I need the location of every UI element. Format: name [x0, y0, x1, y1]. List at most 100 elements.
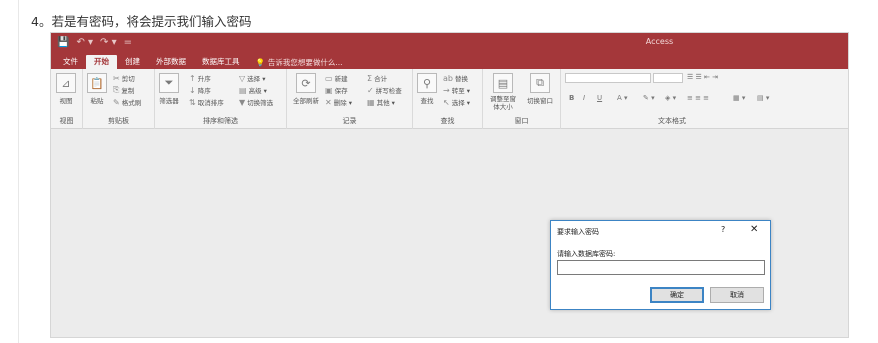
save-record-button[interactable]: ▣ 保存: [325, 85, 348, 96]
select-button[interactable]: ↖ 选择 ▾: [443, 97, 470, 108]
sort-desc-icon: ↓: [189, 85, 196, 95]
arrow-right-icon: →: [443, 85, 450, 95]
view-button[interactable]: ⊿ 视图: [56, 73, 76, 105]
sort-descending-button[interactable]: ↓ 降序: [189, 85, 211, 96]
sort-asc-icon: ↑: [189, 73, 196, 83]
paste-label: 粘贴: [90, 97, 104, 105]
align-icons[interactable]: ≡ ≡ ≡: [687, 94, 709, 102]
spelling-icon: ✓: [367, 85, 374, 95]
dialog-title: 要求输入密码: [557, 228, 599, 236]
paste-button[interactable]: 📋 粘贴: [87, 73, 107, 105]
refresh-all-button[interactable]: ⟳ 全部刷新: [289, 73, 323, 105]
bold-button[interactable]: B: [569, 94, 574, 102]
replace-icon: ab: [443, 73, 453, 83]
more-button[interactable]: ▦ 其他 ▾: [367, 97, 395, 108]
step-caption: 4。若是有密码，将会提示我们输入密码: [31, 14, 252, 29]
switch-windows-label: 切换窗口: [527, 97, 553, 105]
size-to-fit-label: 调整至窗体大小: [490, 95, 516, 111]
highlight-icon[interactable]: ✎ ▾: [643, 94, 655, 102]
advanced-icon: ▤: [239, 85, 247, 95]
filter-button[interactable]: ⏷ 筛选器: [159, 73, 179, 105]
ribbon-tabs: 文件 开始 创建 外部数据 数据库工具 💡 告诉我您想要做什么...: [51, 53, 848, 69]
tab-database-tools[interactable]: 数据库工具: [194, 55, 248, 69]
remove-sort-button[interactable]: ⇅ 取消排序: [189, 97, 224, 108]
font-name-combo[interactable]: [565, 73, 651, 83]
close-icon[interactable]: ✕: [750, 224, 758, 235]
title-bar: 💾 ↶ ▾ ↷ ▾ = Access: [51, 33, 848, 53]
save-record-icon: ▣: [325, 85, 333, 95]
alternate-row-icon[interactable]: ▤ ▾: [757, 94, 769, 102]
group-records: ⟳ 全部刷新 ▭ 新建 ▣ 保存 ✕ 删除 ▾ Σ 合计 ✓ 拼写检查 ▦ 其他 ▾ 记录: [287, 69, 413, 129]
refresh-icon: ⟳: [296, 73, 316, 93]
password-prompt: 请输入数据库密码:: [557, 250, 616, 258]
selection-icon: ▽: [239, 73, 246, 83]
underline-button[interactable]: U: [597, 94, 602, 102]
tab-home[interactable]: 开始: [86, 55, 117, 69]
group-text-format: ☰ ☰ ⇤ ⇥ B I U A ▾ ✎ ▾ ◈ ▾ ≡ ≡ ≡ ▦ ▾ ▤ ▾ …: [561, 69, 783, 129]
sort-ascending-button[interactable]: ↑ 升序: [189, 73, 211, 84]
tell-me-text: 告诉我您想要做什么...: [267, 57, 343, 67]
italic-button[interactable]: I: [583, 94, 585, 102]
find-label: 查找: [420, 97, 434, 105]
cancel-button[interactable]: 取消: [710, 287, 764, 303]
tab-file[interactable]: 文件: [55, 55, 86, 69]
spelling-button[interactable]: ✓ 拼写检查: [367, 85, 402, 96]
toggle-filter-icon: ▼: [239, 97, 246, 107]
fill-color-icon[interactable]: ◈ ▾: [665, 94, 676, 102]
group-window-label: 窗口: [514, 117, 529, 125]
find-button[interactable]: ⚲ 查找: [417, 73, 437, 105]
goto-button[interactable]: → 转至 ▾: [443, 85, 470, 96]
group-views: ⊿ 视图 视图: [51, 69, 83, 129]
group-sort-filter: ⏷ 筛选器 ↑ 升序 ↓ 降序 ⇅ 取消排序 ▽ 选择 ▾ ▤ 高级 ▾ ▼ 切换筛选 排序…: [155, 69, 287, 129]
format-painter-button[interactable]: ✎ 格式刷: [113, 97, 141, 108]
switch-windows-icon: ⧉: [530, 73, 550, 93]
delete-icon: ✕: [325, 97, 332, 107]
remove-sort-icon: ⇅: [189, 97, 196, 107]
tab-create[interactable]: 创建: [117, 55, 148, 69]
password-dialog: 要求输入密码 ? ✕ 请输入数据库密码: 确定 取消: [550, 220, 771, 310]
advanced-button[interactable]: ▤ 高级 ▾: [239, 85, 267, 96]
group-clipboard-label: 剪贴板: [108, 117, 129, 125]
ribbon: ⊿ 视图 视图 📋 粘贴 ✂ 剪切 ⎘ 复制 ✎ 格式刷 剪贴板 ⏷ 筛选器 ↑ 升序 …: [51, 69, 848, 129]
group-sort-filter-label: 排序和筛选: [203, 117, 238, 125]
cursor-icon: ↖: [443, 97, 450, 107]
list-buttons-icon[interactable]: ☰ ☰ ⇤ ⇥: [687, 73, 718, 81]
password-input[interactable]: [557, 260, 765, 275]
switch-windows-button[interactable]: ⧉ 切换窗口: [523, 73, 557, 105]
copy-icon: ⎘: [113, 85, 120, 94]
brush-icon: ✎: [113, 97, 120, 107]
view-icon: ⊿: [56, 73, 76, 93]
size-to-fit-button[interactable]: ▤ 调整至窗体大小: [487, 73, 519, 111]
new-record-icon: ▭: [325, 73, 333, 83]
gridlines-icon[interactable]: ▦ ▾: [733, 94, 745, 102]
totals-button[interactable]: Σ 合计: [367, 73, 387, 84]
window-title: Access: [645, 37, 674, 46]
group-clipboard: 📋 粘贴 ✂ 剪切 ⎘ 复制 ✎ 格式刷 剪贴板: [83, 69, 155, 129]
copy-button[interactable]: ⎘ 复制: [113, 85, 134, 95]
scissors-icon: ✂: [113, 73, 120, 83]
sigma-icon: Σ: [367, 73, 373, 83]
group-views-label: 视图: [59, 117, 74, 125]
view-label: 视图: [59, 97, 73, 105]
help-button[interactable]: ?: [721, 225, 725, 234]
group-find: ⚲ 查找 ab 替换 → 转至 ▾ ↖ 选择 ▾ 查找: [413, 69, 483, 129]
selection-button[interactable]: ▽ 选择 ▾: [239, 73, 266, 84]
font-size-combo[interactable]: [653, 73, 683, 83]
funnel-icon: ⏷: [159, 73, 179, 93]
group-find-label: 查找: [440, 117, 455, 125]
ok-button[interactable]: 确定: [650, 287, 704, 303]
size-to-fit-icon: ▤: [493, 73, 513, 93]
toggle-filter-button[interactable]: ▼ 切换筛选: [239, 97, 273, 108]
more-icon: ▦: [367, 97, 375, 107]
cut-button[interactable]: ✂ 剪切: [113, 73, 135, 84]
filter-label: 筛选器: [159, 97, 179, 105]
font-color-icon[interactable]: A ▾: [617, 94, 628, 102]
tab-external-data[interactable]: 外部数据: [148, 55, 194, 69]
access-window: 💾 ↶ ▾ ↷ ▾ = Access 文件 开始 创建 外部数据 数据库工具 💡…: [50, 32, 849, 338]
tell-me-box[interactable]: 💡 告诉我您想要做什么...: [248, 55, 351, 69]
lightbulb-icon: 💡: [255, 57, 265, 67]
group-text-format-label: 文本格式: [658, 117, 686, 125]
new-record-button[interactable]: ▭ 新建: [325, 73, 348, 84]
delete-record-button[interactable]: ✕ 删除 ▾: [325, 97, 352, 108]
replace-button[interactable]: ab 替换: [443, 73, 468, 84]
